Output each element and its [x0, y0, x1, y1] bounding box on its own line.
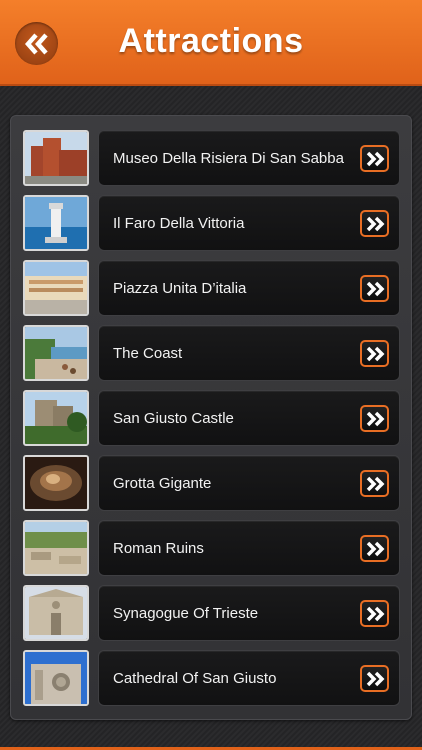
attraction-thumbnail [23, 585, 89, 641]
attraction-thumbnail [23, 455, 89, 511]
list-item[interactable]: Cathedral Of San Giusto [23, 650, 401, 706]
attraction-label: Piazza Unita D’italia [113, 280, 247, 297]
list-item[interactable]: Il Faro Della Vittoria [23, 195, 401, 251]
attraction-thumbnail [23, 130, 89, 186]
list-item[interactable]: Synagogue Of Trieste [23, 585, 401, 641]
attraction-label: San Giusto Castle [113, 410, 234, 427]
list-item[interactable]: Piazza Unita D’italia [23, 260, 401, 316]
open-button[interactable] [360, 665, 389, 692]
open-button[interactable] [360, 535, 389, 562]
list-item[interactable]: Museo Della Risiera Di San Sabba [23, 130, 401, 186]
attraction-label: Roman Ruins [113, 540, 204, 557]
double-chevron-right-icon [366, 541, 384, 556]
open-button[interactable] [360, 600, 389, 627]
open-button[interactable] [360, 275, 389, 302]
open-button[interactable] [360, 470, 389, 497]
attractions-list: Museo Della Risiera Di San Sabba Il Faro… [10, 115, 412, 720]
open-button[interactable] [360, 340, 389, 367]
attraction-label: Cathedral Of San Giusto [113, 670, 277, 687]
attraction-label: Grotta Gigante [113, 475, 212, 492]
open-button[interactable] [360, 145, 389, 172]
list-item[interactable]: The Coast [23, 325, 401, 381]
attraction-item[interactable]: Il Faro Della Vittoria [98, 195, 400, 251]
list-item[interactable]: Roman Ruins [23, 520, 401, 576]
attraction-label: Museo Della Risiera Di San Sabba [113, 150, 344, 167]
double-chevron-right-icon [366, 476, 384, 491]
attraction-thumbnail [23, 260, 89, 316]
attraction-item[interactable]: Synagogue Of Trieste [98, 585, 400, 641]
app-header: Attractions [0, 0, 422, 86]
double-chevron-right-icon [366, 216, 384, 231]
double-chevron-right-icon [366, 411, 384, 426]
list-item[interactable]: San Giusto Castle [23, 390, 401, 446]
attraction-item[interactable]: San Giusto Castle [98, 390, 400, 446]
attraction-thumbnail [23, 325, 89, 381]
double-chevron-right-icon [366, 346, 384, 361]
attraction-item[interactable]: Roman Ruins [98, 520, 400, 576]
attraction-item[interactable]: Museo Della Risiera Di San Sabba [98, 130, 400, 186]
double-chevron-right-icon [366, 671, 384, 686]
attraction-thumbnail [23, 390, 89, 446]
page-title: Attractions [118, 22, 304, 60]
attraction-label: Il Faro Della Vittoria [113, 215, 245, 232]
open-button[interactable] [360, 405, 389, 432]
attraction-item[interactable]: The Coast [98, 325, 400, 381]
attraction-thumbnail [23, 520, 89, 576]
open-button[interactable] [360, 210, 389, 237]
double-chevron-right-icon [366, 281, 384, 296]
attraction-thumbnail [23, 650, 89, 706]
attraction-item[interactable]: Piazza Unita D’italia [98, 260, 400, 316]
double-chevron-right-icon [366, 151, 384, 166]
attraction-item[interactable]: Grotta Gigante [98, 455, 400, 511]
double-chevron-right-icon [366, 606, 384, 621]
attraction-item[interactable]: Cathedral Of San Giusto [98, 650, 400, 706]
attraction-thumbnail [23, 195, 89, 251]
attraction-label: The Coast [113, 345, 183, 362]
list-item[interactable]: Grotta Gigante [23, 455, 401, 511]
attraction-label: Synagogue Of Trieste [113, 605, 259, 622]
